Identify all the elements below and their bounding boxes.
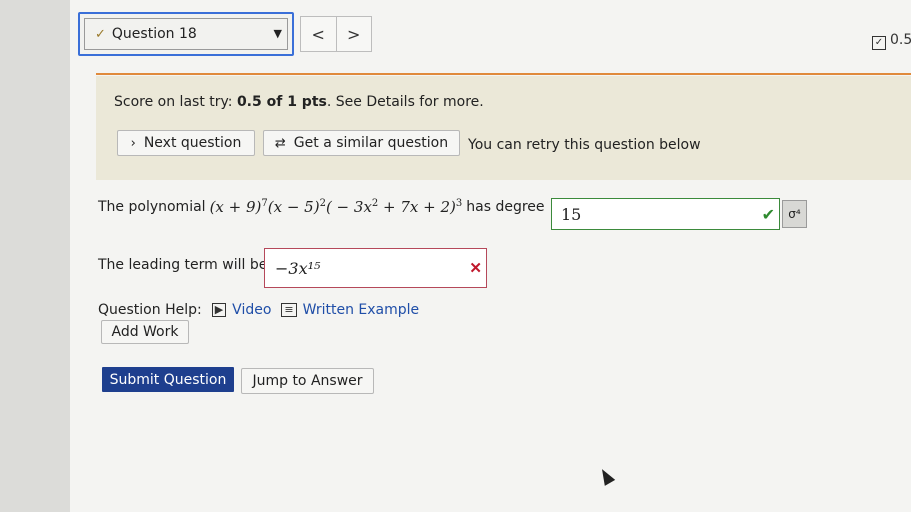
submit-question-button[interactable]: Submit Question	[102, 367, 234, 392]
retry-text: You can retry this question below	[468, 137, 701, 153]
question-selector[interactable]: ✓ Question 18 ▼	[78, 12, 294, 56]
screen-edge	[0, 0, 70, 512]
degree-answer-value: 15	[561, 204, 582, 224]
question-part1-suffix: has degree	[466, 199, 545, 215]
previous-question-button[interactable]: <	[301, 17, 336, 51]
refresh-icon: ⇄	[274, 135, 286, 151]
jump-to-answer-button[interactable]: Jump to Answer	[241, 368, 374, 394]
checkbox-icon: ✓	[872, 36, 886, 50]
preview-key-icon[interactable]: σ⁴	[782, 200, 807, 228]
question-selector-inner: ✓ Question 18	[84, 18, 288, 50]
video-link-label: Video	[232, 302, 272, 318]
similar-question-button[interactable]: ⇄ Get a similar question	[263, 130, 460, 156]
video-icon: ▶	[211, 303, 227, 317]
add-work-button[interactable]: Add Work	[101, 320, 189, 344]
document-icon: ≡	[281, 303, 297, 317]
score-prefix: Score on last try:	[114, 94, 237, 110]
similar-question-label: Get a similar question	[293, 135, 449, 151]
next-question-label: Next question	[143, 135, 242, 151]
polynomial-expression: (x + 9)7(x − 5)2( − 3x2 + 7x + 2)3	[209, 198, 463, 216]
written-example-link[interactable]: ≡ Written Example	[281, 302, 419, 318]
question-label: Question 18	[111, 26, 197, 42]
question-help-label: Question Help:	[98, 302, 202, 318]
score-banner	[96, 76, 911, 180]
divider-line	[96, 73, 911, 75]
next-question-button[interactable]: › Next question	[117, 130, 255, 156]
question-part1-prefix: The polynomial	[98, 199, 206, 215]
score-suffix: . See Details for more.	[326, 94, 484, 110]
dropdown-caret-icon: ▼	[273, 27, 282, 40]
score-text: Score on last try: 0.5 of 1 pts. See Det…	[114, 94, 484, 110]
question-part2-prefix: The leading term will be	[98, 257, 268, 273]
question-help: Question Help: ▶ Video ≡ Written Example	[98, 302, 419, 318]
score-summary: ✓ 0.5	[872, 32, 911, 50]
incorrect-x-icon: ✕	[469, 259, 482, 277]
question-nav: < >	[300, 16, 372, 52]
correct-check-icon: ✔	[761, 205, 775, 224]
leading-term-input[interactable]: −3x¹⁵ ✕	[264, 248, 487, 288]
next-question-arrow-button[interactable]: >	[335, 17, 372, 51]
written-example-label: Written Example	[302, 302, 420, 318]
question-part1: The polynomial (x + 9)7(x − 5)2( − 3x2 +…	[98, 198, 545, 216]
leading-term-value: −3x¹⁵	[275, 258, 321, 278]
chevron-right-icon: ›	[130, 135, 136, 151]
video-link[interactable]: ▶ Video	[211, 302, 272, 318]
partial-check-icon: ✓	[95, 26, 106, 42]
score-value: 0.5 of 1 pts	[236, 94, 327, 110]
score-summary-value: 0.5	[890, 32, 911, 48]
degree-answer-input[interactable]: 15 ✔	[551, 198, 780, 230]
